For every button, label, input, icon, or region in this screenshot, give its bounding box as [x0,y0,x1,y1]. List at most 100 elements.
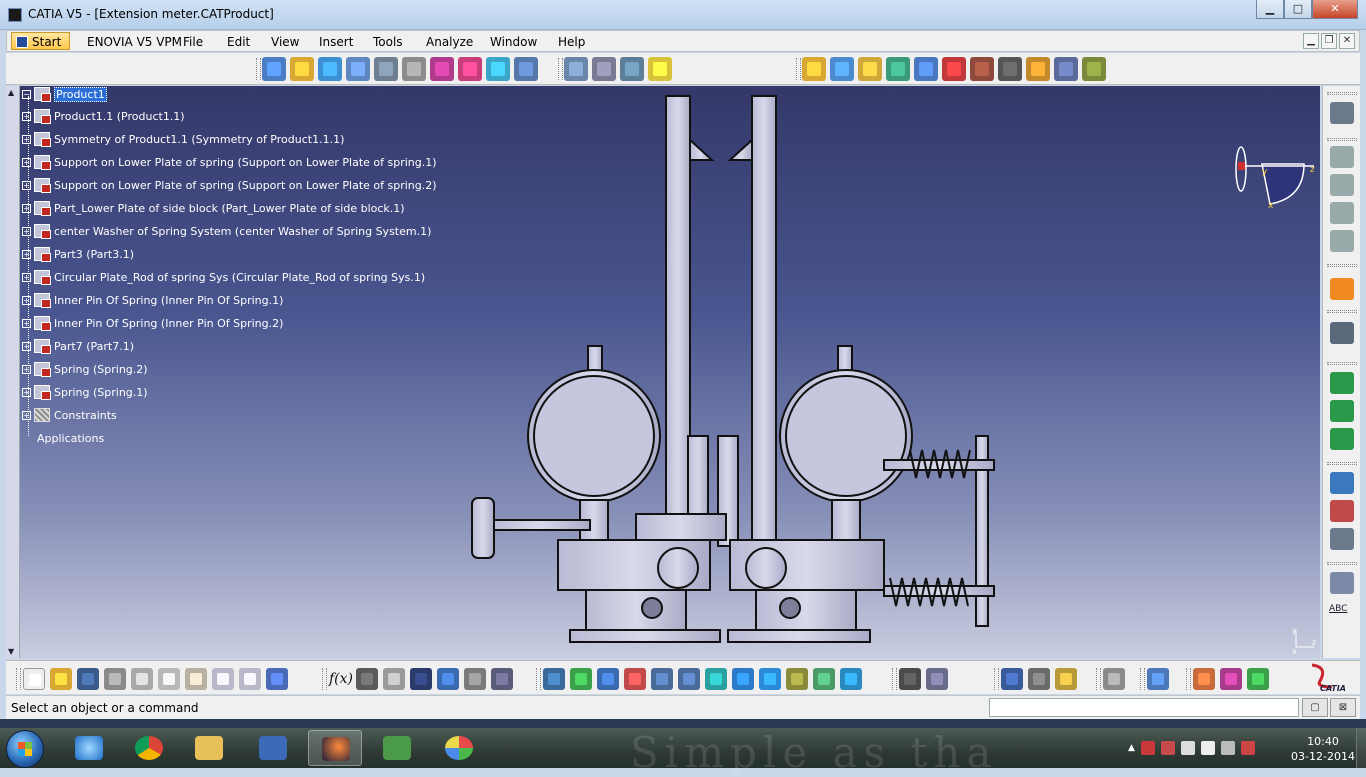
menu-insert[interactable]: Insert [315,33,357,51]
action-center-icon[interactable] [1160,741,1175,755]
materials-icon[interactable] [1247,668,1269,690]
expand-icon[interactable]: + [22,387,31,397]
paste-icon[interactable] [185,668,207,690]
graph-tree-icon[interactable] [430,57,454,81]
render-icon[interactable] [1193,668,1215,690]
tree-scrollbar[interactable]: ▲ ▼ [6,86,20,658]
positioning-icon[interactable] [374,57,398,81]
capture-icon[interactable] [899,668,921,690]
menu-tools[interactable]: Tools [369,33,407,51]
menu-enovia[interactable]: ENOVIA V5 VPM [83,33,186,51]
video-icon[interactable] [926,668,948,690]
snap-icon[interactable] [620,57,644,81]
antivirus-icon[interactable] [1140,741,1155,755]
power-icon[interactable] [1220,741,1235,755]
tree-root-product1[interactable]: − Product1 [22,84,107,104]
offset-icon[interactable] [858,57,882,81]
flexible-rigid-icon[interactable] [998,57,1022,81]
constraints-more-icon[interactable] [1082,57,1106,81]
contact-icon[interactable] [830,57,854,81]
change-constraint-icon[interactable] [1026,57,1050,81]
replace-icon[interactable] [402,57,426,81]
doc-close-button[interactable]: ✕ [1339,33,1355,49]
menu-analyze[interactable]: Analyze [422,33,477,51]
scroll-up-icon[interactable]: ▲ [8,88,18,97]
catalog-browser-icon[interactable] [1330,322,1354,344]
tree-item[interactable]: + Constraints [22,405,117,425]
doc-restore-button[interactable]: ❐ [1321,33,1337,49]
tray-expand-icon[interactable]: ▲ [1128,743,1135,753]
expand-icon[interactable]: + [22,272,31,282]
tree-item[interactable]: + Circular Plate_Rod of spring Sys (Circu… [22,267,425,287]
expand-icon[interactable]: + [22,410,31,420]
measure-item-icon[interactable] [1028,668,1050,690]
quick-view-icon[interactable] [759,668,781,690]
tree-item-applications[interactable]: Applications [37,428,104,448]
tree-item[interactable]: + Product1.1 (Product1.1) [22,106,185,126]
save-management-icon[interactable] [1330,372,1354,394]
sectioning-icon[interactable] [1330,146,1354,168]
expand-icon[interactable]: + [22,364,31,374]
weld-feature-icon[interactable] [1330,572,1354,594]
rotate-icon[interactable] [624,668,646,690]
expand-icon[interactable]: + [22,295,31,305]
tree-item[interactable]: + Symmetry of Product1.1 (Symmetry of Pro… [22,129,344,149]
measure-icon[interactable] [1330,102,1354,124]
annotation-icon[interactable] [1330,472,1354,494]
tree-item[interactable]: + Spring (Spring.1) [22,382,148,402]
maximize-button[interactable]: □ [1284,0,1312,19]
explode-icon[interactable] [592,57,616,81]
numbering-icon[interactable] [458,57,482,81]
compass-icon[interactable]: y z x [1226,142,1320,214]
comment-icon[interactable] [356,668,378,690]
command-history-button[interactable]: ⊠ [1330,698,1356,717]
menu-file[interactable]: File [179,33,207,51]
fit-all-icon[interactable] [570,668,592,690]
volume-muted-icon[interactable] [1240,741,1255,755]
parameters-icon[interactable] [491,668,513,690]
expand-icon[interactable]: + [22,226,31,236]
view-mode-icon[interactable] [786,668,808,690]
catia-logo-icon[interactable]: CATIA [1306,661,1350,693]
update-all-icon[interactable] [1103,668,1125,690]
menu-edit[interactable]: Edit [223,33,254,51]
law-icon[interactable] [437,668,459,690]
tree-item[interactable]: + Inner Pin Of Spring (Inner Pin Of Sprin… [22,313,283,333]
expand-icon[interactable]: + [22,249,31,259]
catia-app-icon[interactable] [8,8,22,22]
menu-start[interactable]: Start [11,32,71,50]
measure-inertia-icon[interactable] [1055,668,1077,690]
part-icon[interactable] [318,57,342,81]
copy-icon[interactable] [158,668,180,690]
manipulation-icon[interactable] [564,57,588,81]
quick-constraint-icon[interactable] [970,57,994,81]
tree-item[interactable]: + Support on Lower Plate of spring (Suppo… [22,152,437,172]
fast-multi-instantiation-icon[interactable] [514,57,538,81]
select-icon[interactable] [1330,278,1354,300]
scenes-icon[interactable] [1330,428,1354,450]
command-stop-button[interactable]: ▢ [1302,698,1328,717]
collapse-icon[interactable]: − [22,89,31,99]
taskbar-app-blue[interactable] [246,730,300,766]
tree-item[interactable]: + Spring (Spring.2) [22,359,148,379]
angle-icon[interactable] [886,57,910,81]
clash-icon[interactable] [1330,174,1354,196]
product-icon[interactable] [290,57,314,81]
apply-material-icon[interactable] [1147,668,1169,690]
zoom-out-icon[interactable] [678,668,700,690]
menu-help[interactable]: Help [554,33,589,51]
multi-view-icon[interactable] [732,668,754,690]
bill-of-material-icon[interactable] [1330,400,1354,422]
design-table-icon[interactable] [410,668,432,690]
expand-icon[interactable]: + [22,341,31,351]
compute-clash-icon[interactable] [1330,230,1354,252]
usb-icon[interactable] [1180,741,1195,755]
hyperlink-icon[interactable] [383,668,405,690]
zoom-in-icon[interactable] [651,668,673,690]
hide-show-icon[interactable] [813,668,835,690]
tree-item[interactable]: + Inner Pin Of Spring (Inner Pin Of Sprin… [22,290,283,310]
taskbar-clock[interactable]: 10:40 03-12-2014 [1290,734,1356,764]
pan-icon[interactable] [597,668,619,690]
reuse-pattern-icon[interactable] [1054,57,1078,81]
update-icon[interactable] [486,57,510,81]
